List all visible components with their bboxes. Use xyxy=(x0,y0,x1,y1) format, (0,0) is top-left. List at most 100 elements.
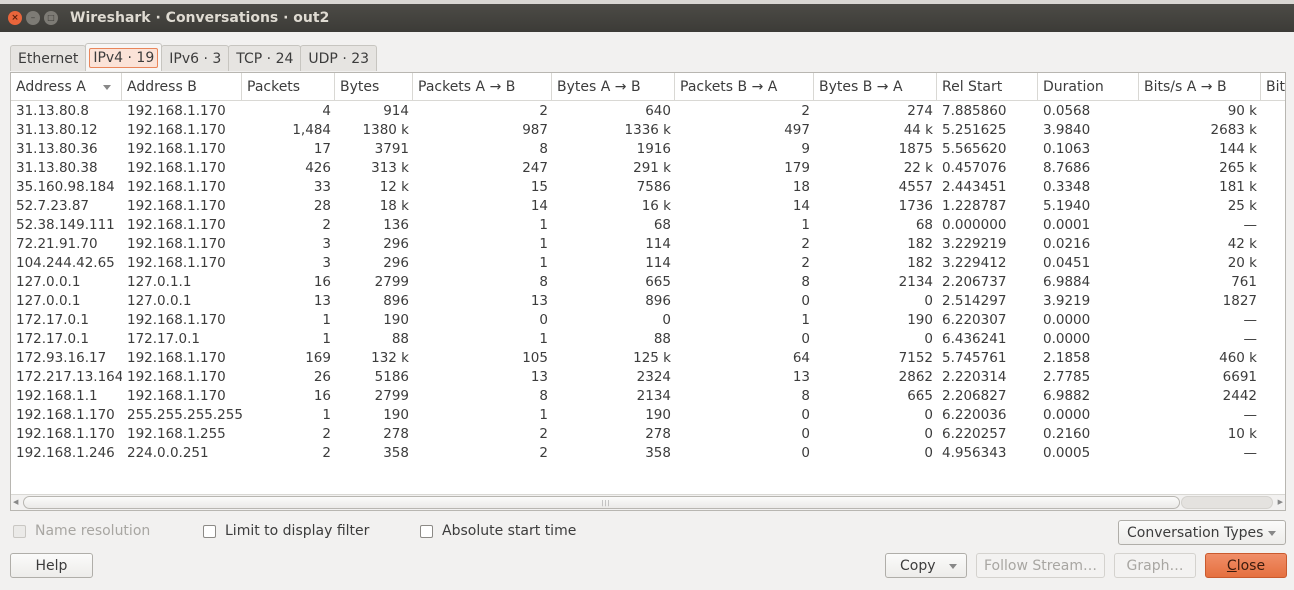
checkbox-box[interactable] xyxy=(420,524,433,538)
cell-bits-b-a xyxy=(1261,368,1285,387)
cell-bytes-a-b: 7586 xyxy=(636,179,671,195)
column-label: Bits/s A → B xyxy=(1144,79,1227,95)
cell-address-b: 192.168.1.170 xyxy=(127,369,226,385)
tab-ethernet[interactable]: Ethernet xyxy=(10,45,87,71)
column-label: Bytes xyxy=(340,79,380,95)
cell-rel-start: 2.220314 xyxy=(942,369,1007,385)
table-row[interactable]: 31.13.80.36 192.168.1.170 17 3791 8 1916 9 1875… xyxy=(11,140,1285,159)
options-row: Name resolution Limit to display filter … xyxy=(10,523,810,543)
window-maximize-button[interactable]: □ xyxy=(44,11,58,25)
cell-packets-a-b: 13 xyxy=(530,293,548,309)
scroll-right-icon[interactable]: ▶ xyxy=(1278,498,1283,506)
column-header-packets[interactable]: Packets xyxy=(242,73,335,101)
scroll-left-icon[interactable]: ◀ xyxy=(13,498,18,506)
checkbox-box[interactable] xyxy=(203,524,216,538)
cell-bits-b-a xyxy=(1261,254,1285,273)
column-label: Address A xyxy=(16,79,86,95)
absolute-start-time-checkbox[interactable]: Absolute start time xyxy=(420,523,576,539)
tab-ipv6[interactable]: IPv6 · 3 xyxy=(161,45,230,71)
window-close-button[interactable]: × xyxy=(8,11,22,25)
scrollbar-track[interactable] xyxy=(1181,496,1273,509)
cell-address-b: 127.0.1.1 xyxy=(127,274,192,290)
cell-bytes: 12 k xyxy=(379,179,409,195)
table-row[interactable]: 172.17.0.1 192.168.1.170 1 190 0 0 1 190 6.22030… xyxy=(11,311,1285,330)
column-header-duration[interactable]: Duration xyxy=(1038,73,1139,101)
close-button[interactable]: Close xyxy=(1205,553,1287,578)
cell-bytes-a-b: 896 xyxy=(645,293,671,309)
table-row[interactable]: 172.93.16.17 192.168.1.170 169 132 k 105 125 … xyxy=(11,349,1285,368)
table-row[interactable]: 127.0.0.1 127.0.1.1 16 2799 8 665 8 2134 2.20673… xyxy=(11,273,1285,292)
table-row[interactable]: 31.13.80.12 192.168.1.170 1,484 1380 k 987 13… xyxy=(11,121,1285,140)
column-header-address-a[interactable]: Address A xyxy=(11,73,122,101)
cell-rel-start: 0.000000 xyxy=(942,217,1007,233)
tab-udp[interactable]: UDP · 23 xyxy=(300,45,378,71)
cell-packets-b-a: 8 xyxy=(801,274,810,290)
column-header-bytes[interactable]: Bytes xyxy=(335,73,413,101)
conversation-types-dropdown[interactable]: Conversation Types xyxy=(1118,520,1286,545)
cell-rel-start: 3.229412 xyxy=(942,255,1007,271)
tab-label: TCP · 24 xyxy=(236,50,294,67)
cell-bytes-a-b: 1916 xyxy=(636,141,671,157)
cell-packets: 26 xyxy=(313,369,331,385)
graph-button[interactable]: Graph… xyxy=(1114,553,1196,578)
column-header-bytes-b-a[interactable]: Bytes B → A xyxy=(814,73,937,101)
cell-bytes-b-a: 1736 xyxy=(898,198,933,214)
cell-address-a: 31.13.80.8 xyxy=(16,103,89,119)
column-header-bytes-a-b[interactable]: Bytes A → B xyxy=(552,73,675,101)
table-row[interactable]: 192.168.1.1 192.168.1.170 16 2799 8 2134 8 665 2… xyxy=(11,387,1285,406)
cell-duration: 0.0000 xyxy=(1043,312,1091,328)
table-row[interactable]: 35.160.98.184 192.168.1.170 33 12 k 15 7586 18… xyxy=(11,178,1285,197)
scrollbar-thumb[interactable]: ||| xyxy=(23,496,1180,509)
table-row[interactable]: 31.13.80.38 192.168.1.170 426 313 k 247 291 k… xyxy=(11,159,1285,178)
column-label: Packets A → B xyxy=(418,79,516,95)
table-row[interactable]: 172.17.0.1 172.17.0.1 1 88 1 88 0 0 6.436241 0.00… xyxy=(11,330,1285,349)
column-header-rel-start[interactable]: Rel Start xyxy=(937,73,1038,101)
limit-display-filter-checkbox[interactable]: Limit to display filter xyxy=(203,523,369,539)
column-header-address-b[interactable]: Address B xyxy=(122,73,242,101)
cell-duration: 2.7785 xyxy=(1043,369,1091,385)
horizontal-scrollbar[interactable]: ◀ ||| ▶ xyxy=(11,494,1285,510)
window-minimize-button[interactable]: – xyxy=(26,11,40,25)
table-row[interactable]: 72.21.91.70 192.168.1.170 3 296 1 114 2 182 3.22… xyxy=(11,235,1285,254)
cell-bits-a-b: 761 xyxy=(1231,274,1257,290)
column-header-packets-a-b[interactable]: Packets A → B xyxy=(413,73,552,101)
cell-bytes: 358 xyxy=(383,445,409,461)
cell-packets-a-b: 2 xyxy=(539,103,548,119)
table-row[interactable]: 172.217.13.164 192.168.1.170 26 5186 13 2324 1… xyxy=(11,368,1285,387)
table-row[interactable]: 192.168.1.170 255.255.255.255 1 190 1 190 0 0 6.… xyxy=(11,406,1285,425)
cell-bytes: 896 xyxy=(383,293,409,309)
cell-packets: 13 xyxy=(313,293,331,309)
column-header-packets-b-a[interactable]: Packets B → A xyxy=(675,73,814,101)
cell-bytes-a-b: 0 xyxy=(662,312,671,328)
copy-button[interactable]: Copy xyxy=(885,553,967,578)
cell-bytes: 18 k xyxy=(379,198,409,214)
column-header-bits-a-b[interactable]: Bits/s A → B xyxy=(1139,73,1261,101)
cell-bytes-a-b: 2324 xyxy=(636,369,671,385)
table-row[interactable]: 104.244.42.65 192.168.1.170 3 296 1 114 2 182 3.… xyxy=(11,254,1285,273)
table-row[interactable]: 52.7.23.87 192.168.1.170 28 18 k 14 16 k 14 173… xyxy=(11,197,1285,216)
table-row[interactable]: 52.38.149.111 192.168.1.170 2 136 1 68 1 68 0.00… xyxy=(11,216,1285,235)
cell-address-a: 172.17.0.1 xyxy=(16,331,89,347)
cell-packets: 1 xyxy=(322,312,331,328)
table-row[interactable]: 192.168.1.246 224.0.0.251 2 358 2 358 0 0 4.9563… xyxy=(11,444,1285,463)
chevron-down-icon xyxy=(949,564,957,569)
table-row[interactable]: 127.0.0.1 127.0.0.1 13 896 13 896 0 0 2.514297 3.… xyxy=(11,292,1285,311)
tab-tcp[interactable]: TCP · 24 xyxy=(228,45,302,71)
cell-packets: 16 xyxy=(313,388,331,404)
help-button[interactable]: Help xyxy=(10,553,93,578)
cell-duration: 0.0001 xyxy=(1043,217,1091,233)
column-header-bits-b-a[interactable]: Bits/s B → A xyxy=(1261,73,1285,101)
cell-packets: 4 xyxy=(322,103,331,119)
cell-address-a: 172.93.16.17 xyxy=(16,350,107,366)
tab-ipv4[interactable]: IPv4 · 19 xyxy=(85,43,163,71)
follow-stream-button[interactable]: Follow Stream… xyxy=(976,553,1105,578)
cell-packets-b-a: 179 xyxy=(784,160,810,176)
checkbox-box[interactable] xyxy=(13,524,26,538)
cell-packets: 2 xyxy=(322,217,331,233)
cell-bits-a-b: 181 k xyxy=(1219,179,1257,195)
cell-bytes: 88 xyxy=(391,331,409,347)
cell-packets: 17 xyxy=(313,141,331,157)
name-resolution-checkbox[interactable]: Name resolution xyxy=(13,523,150,539)
table-row[interactable]: 31.13.80.8 192.168.1.170 4 914 2 640 2 274 7.885… xyxy=(11,102,1285,121)
table-row[interactable]: 192.168.1.170 192.168.1.255 2 278 2 278 0 0 6.22… xyxy=(11,425,1285,444)
